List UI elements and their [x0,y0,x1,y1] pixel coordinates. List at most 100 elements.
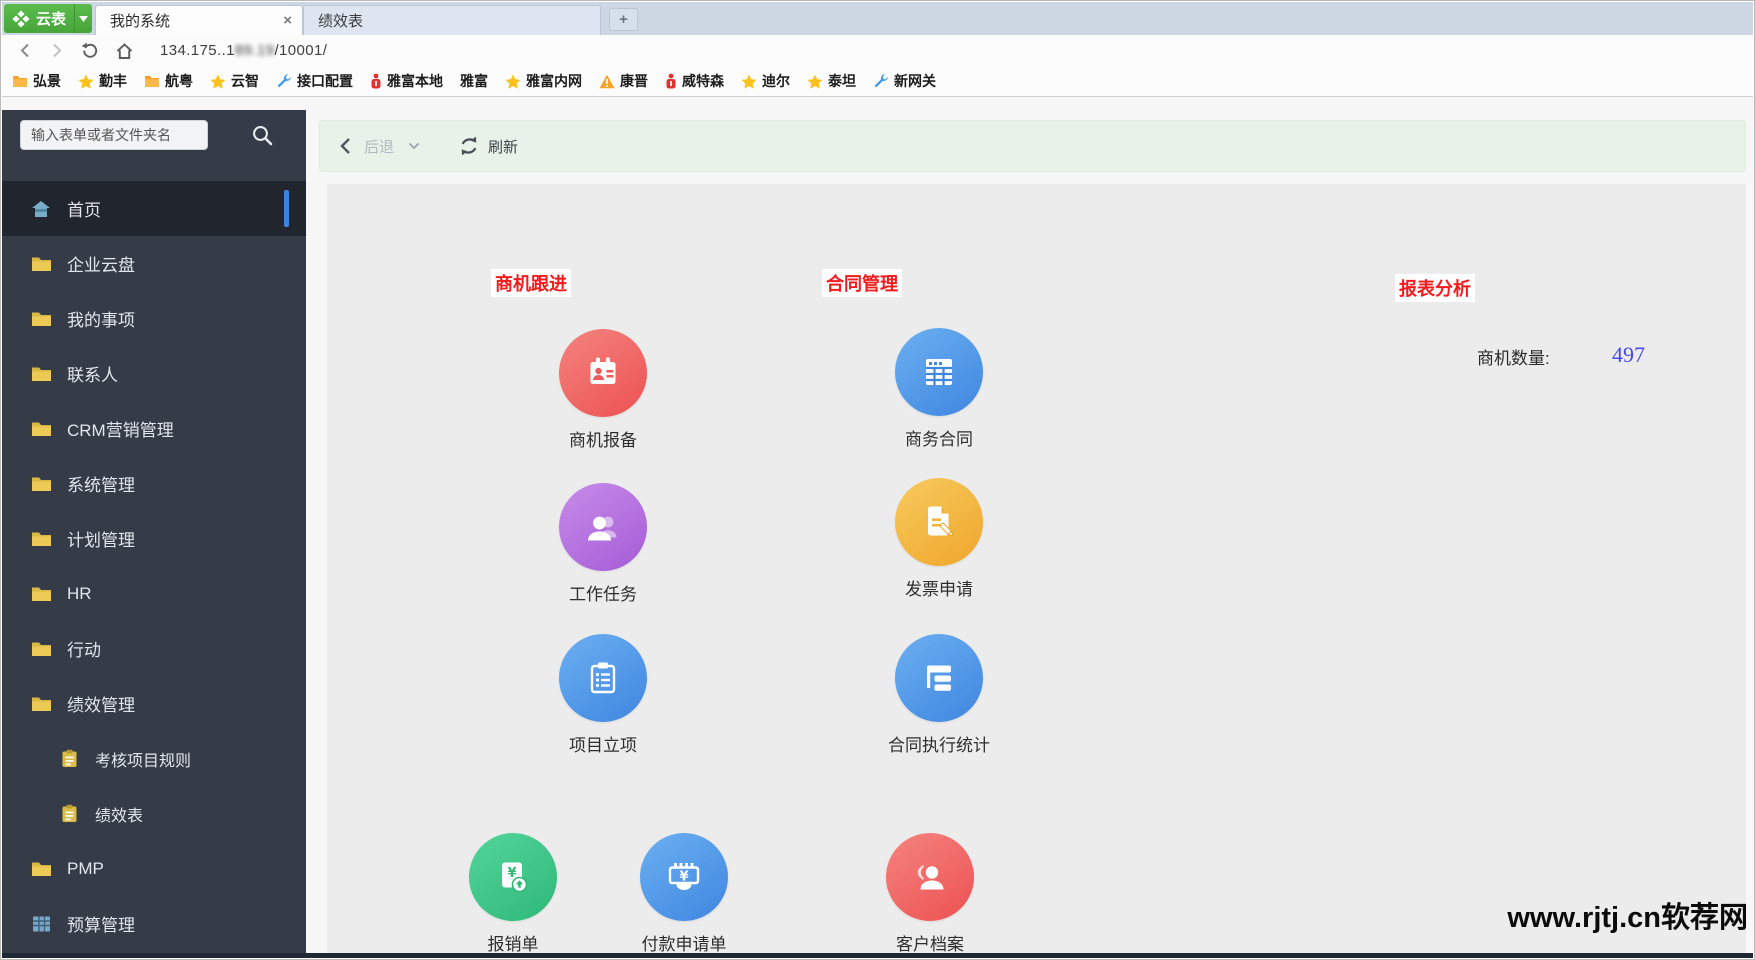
sidebar-item-label: CRM营销管理 [67,421,174,440]
sidebar-item-label: 预算管理 [67,916,135,935]
wrench-icon [276,73,292,89]
bookmark-item[interactable]: 弘景 [12,71,61,91]
app-contract-execution-stats[interactable]: 合同执行统计 [854,634,1024,756]
search-icon[interactable] [251,124,274,147]
app-customer-files[interactable]: 客户档案 [845,833,1015,955]
tab-label: 绩效表 [318,13,364,30]
content-toolbar: 后退 刷新 [319,120,1746,172]
app-menu-label: 云表 [36,11,67,28]
tab-close-icon[interactable]: × [283,13,292,28]
sidebar-item-label: 绩效表 [95,807,144,825]
app-opportunity-report[interactable]: 商机报备 [518,329,688,451]
new-tab-button[interactable]: + [609,8,639,31]
opportunity-count-value: 497 [1612,342,1645,367]
back-icon[interactable] [18,43,33,58]
app-project-initiation[interactable]: 项目立项 [518,634,688,756]
address-url[interactable]: 134.175. .1 89.19/10001/ [160,42,327,59]
tab-my-system[interactable]: 我的系统 × [95,5,304,35]
folder-icon [30,255,52,272]
active-indicator [284,190,289,227]
bookmark-item[interactable]: 云智 [210,71,259,91]
home-icon[interactable] [115,42,134,60]
app-expense-claim[interactable]: ¥ 报销单 [428,833,598,955]
tab-performance-table[interactable]: 绩效表 [303,5,602,35]
search-input[interactable] [20,120,208,150]
clipboard-list-icon [559,634,647,722]
bookmark-item[interactable]: 威特森 [665,71,724,91]
reload-icon[interactable] [80,42,99,60]
folder-icon [30,585,52,602]
sidebar: 首页 企业云盘 我的事项 联系人 CRM营销管理 [2,110,306,953]
url-part: .1 [221,42,235,59]
sidebar-item-label: 行动 [67,641,101,660]
content-area: 后退 刷新 商机跟进 合同管理 报表分析 商机报备 商务合同 工作任务 发票申请… [306,97,1753,958]
section-title-report: 报表分析 [1395,274,1475,302]
back-chevron-icon[interactable] [338,137,354,155]
back-button-label[interactable]: 后退 [364,136,394,157]
star-icon [210,74,226,89]
sidebar-item-performance-mgmt[interactable]: 绩效管理 [2,676,306,731]
sidebar-item-label: 计划管理 [67,531,135,550]
folder-icon [30,310,52,327]
sidebar-item-pmp[interactable]: PMP [2,841,306,896]
bookmark-label: 雅富内网 [526,73,582,89]
bookmark-item[interactable]: 雅富本地 [370,71,443,91]
receipt-upload-icon: ¥ [469,833,557,921]
sidebar-item-label: 联系人 [67,366,118,385]
home-dashboard: 商机跟进 合同管理 报表分析 商机报备 商务合同 工作任务 发票申请 项目立项 … [327,184,1746,958]
sidebar-item-hr[interactable]: HR [2,566,306,621]
badge-card-icon [559,329,647,417]
app-label: 客户档案 [896,935,964,954]
app-payment-request[interactable]: ¥ 付款申请单 [599,833,769,955]
bookmark-label: 勤丰 [99,73,127,89]
bookmark-item[interactable]: 雅富内网 [505,71,582,91]
app-business-contract[interactable]: 商务合同 [854,328,1024,450]
bookmark-label: 雅富本地 [387,73,443,89]
sidebar-item-action[interactable]: 行动 [2,621,306,676]
tree-list-icon [895,634,983,722]
bookmark-item[interactable]: 勤丰 [78,71,127,91]
sidebar-item-contacts[interactable]: 联系人 [2,346,306,401]
bookmark-item[interactable]: 迪尔 [741,71,790,91]
sidebar-item-label: 首页 [67,201,101,220]
sidebar-item-label: 企业云盘 [67,256,135,275]
clipboard-icon [58,749,80,768]
app-label: 报销单 [487,935,539,954]
bookmark-label: 弘景 [33,73,61,89]
section-title-opportunity: 商机跟进 [491,269,571,297]
yunbiao-logo-icon [12,10,30,28]
app-menu-button[interactable]: 云表 [4,4,93,33]
sidebar-item-assessment-rules[interactable]: 考核项目规则 [2,731,306,786]
sidebar-item-performance-table[interactable]: 绩效表 [2,786,306,841]
customers-icon [886,833,974,921]
bookmarks-bar: 弘景 勤丰 航粤 云智 接口配置 雅富本地 雅富 雅富内网 康晋 威特森 迪尔 … [2,66,1753,97]
sidebar-item-label: 我的事项 [67,311,135,330]
sidebar-item-cloud-disk[interactable]: 企业云盘 [2,236,306,291]
refresh-button-label[interactable]: 刷新 [488,136,518,157]
bookmark-item[interactable]: 康晋 [599,71,648,91]
sidebar-item-crm[interactable]: CRM营销管理 [2,401,306,456]
app-work-task[interactable]: 工作任务 [518,483,688,605]
sidebar-item-budget-mgmt[interactable]: 预算管理 [2,896,306,951]
star-icon [78,74,94,89]
sidebar-item-system-mgmt[interactable]: 系统管理 [2,456,306,511]
sidebar-item-my-matters[interactable]: 我的事项 [2,291,306,346]
url-censored-part: 89.19 [234,42,275,59]
bookmark-item[interactable]: 雅富 [460,71,488,91]
app-label: 商机报备 [569,431,637,450]
app-invoice-request[interactable]: 发票申请 [854,478,1024,600]
sidebar-item-home[interactable]: 首页 [2,181,306,236]
back-dropdown-caret-icon[interactable] [408,142,420,150]
bookmark-item[interactable]: 新网关 [873,71,936,91]
bookmark-item[interactable]: 航粤 [144,71,193,91]
forward-icon[interactable] [49,43,64,58]
bookmark-item[interactable]: 泰坦 [807,71,856,91]
bookmark-item[interactable]: 接口配置 [276,71,353,91]
sidebar-item-plan-mgmt[interactable]: 计划管理 [2,511,306,566]
banknote-icon: ¥ [640,833,728,921]
bookmark-label: 威特森 [682,73,724,89]
app-menu-caret[interactable] [74,4,92,33]
refresh-icon[interactable] [458,135,480,157]
sidebar-item-label: 绩效管理 [67,696,135,715]
clipboard-icon [58,804,80,823]
